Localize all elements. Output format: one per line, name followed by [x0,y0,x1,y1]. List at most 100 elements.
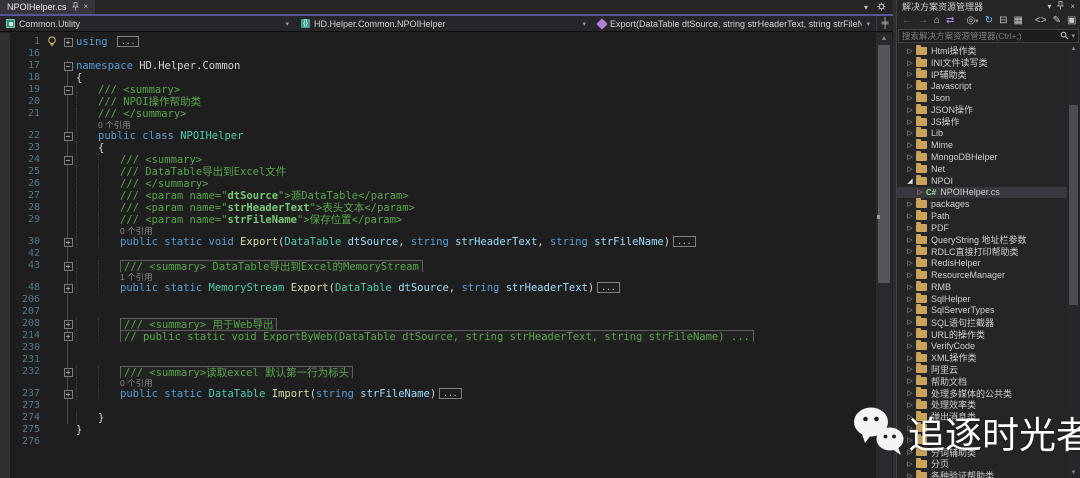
code-line[interactable]: 21/// </summary> [0,108,877,120]
search-input[interactable] [902,31,1060,41]
chevron-down-icon[interactable]: ▾ [1047,2,1051,11]
tree-collapsed-arrow-icon[interactable]: ▷ [905,377,915,385]
tree-item-folder[interactable]: ▷MongoDBHelper [897,151,1067,163]
tree-collapsed-arrow-icon[interactable]: ▷ [905,247,915,255]
tree-collapsed-arrow-icon[interactable]: ▷ [905,212,915,220]
line-content[interactable]: /// <param name="strHeaderText">表头文本</pa… [76,202,877,214]
code-line[interactable]: 206 [0,294,877,306]
tree-item-folder[interactable]: ▷Mime [897,139,1067,151]
tree-item-folder[interactable]: ▷JS操作 [897,116,1067,128]
code-line[interactable]: 231 [0,354,877,366]
tree-collapsed-arrow-icon[interactable]: ▷ [905,424,915,432]
code-line[interactable]: 214+// public static void ExportByWeb(Da… [0,330,877,342]
line-content[interactable] [76,436,877,448]
scroll-down-icon[interactable]: ▼ [1067,469,1080,478]
line-content[interactable]: /// <summary> DataTable导出到Excel的MemorySt… [76,260,877,272]
tree-item-folder[interactable]: ▷Path [897,210,1067,222]
expand-region-icon[interactable]: + [64,368,73,377]
tree-item-folder[interactable]: ▷INI文件读写类 [897,57,1067,69]
tree-collapsed-arrow-icon[interactable]: ▷ [905,295,915,303]
tree-collapsed-arrow-icon[interactable]: ▷ [905,472,915,478]
codelens-references[interactable]: 1 个引用 [120,272,153,282]
tree-item-folder[interactable]: ▷IP辅助类 [897,69,1067,81]
collapse-region-icon[interactable]: − [64,156,73,165]
line-content[interactable]: /// </summary> [76,178,877,190]
codelens-row[interactable]: 0 个引用 [0,120,877,130]
code-line[interactable]: 23{ [0,142,877,154]
code-line[interactable]: 1+using ... [0,36,877,48]
line-content[interactable]: public class NPOIHelper [76,130,877,142]
expand-region-icon[interactable]: + [64,390,73,399]
code-line[interactable]: 42 [0,248,877,260]
tree-collapsed-arrow-icon[interactable]: ▷ [915,188,925,196]
code-line[interactable]: 16 [0,48,877,60]
tree-collapsed-arrow-icon[interactable]: ▷ [905,354,915,362]
tree-collapsed-arrow-icon[interactable]: ▷ [905,153,915,161]
line-content[interactable]: // public static void ExportByWeb(DataTa… [76,330,877,342]
line-content[interactable]: } [76,412,877,424]
collapse-region-icon[interactable]: − [64,86,73,95]
line-content[interactable]: { [76,72,877,84]
outlining-margin[interactable]: + [60,260,76,272]
tree-item-folder[interactable]: ▷ [897,423,1067,435]
tree-item-folder[interactable]: ▷Net [897,163,1067,175]
tree-collapsed-arrow-icon[interactable]: ▷ [905,318,915,326]
expand-region-icon[interactable]: + [64,320,73,329]
tree-collapsed-arrow-icon[interactable]: ▷ [905,70,915,78]
expand-region-icon[interactable]: + [64,38,73,47]
tree-collapsed-arrow-icon[interactable]: ▷ [905,259,915,267]
code-editor[interactable]: 1+using ...1617−namespace HD.Helper.Comm… [0,33,893,478]
outlining-margin[interactable]: + [60,388,76,400]
tree-item-folder[interactable]: ▷处理多媒体的公共类 [897,387,1067,399]
line-content[interactable]: /// <summary> 用于Web导出 [76,318,877,330]
tree-item-folder[interactable]: ▷QueryString 地址栏参数 [897,234,1067,246]
line-content[interactable]: namespace HD.Helper.Common [76,60,877,72]
tree-collapsed-arrow-icon[interactable]: ▷ [905,460,915,468]
collapse-region-icon[interactable]: − [64,132,73,141]
tree-collapsed-arrow-icon[interactable]: ▷ [905,306,915,314]
preview-icon[interactable]: ▣ [1067,16,1076,26]
collapsed-comment-box[interactable]: /// <summary>读取excel 默认第一行为标头 [120,366,353,378]
pin-icon[interactable] [72,2,79,13]
outlining-margin[interactable]: + [60,236,76,248]
tree-item-folder[interactable]: ▷URL的操作类 [897,328,1067,340]
codelens-references[interactable]: 0 个引用 [120,226,153,236]
tree-item-folder[interactable]: ▷Javascript [897,80,1067,92]
outlining-margin[interactable]: + [60,282,76,294]
tree-collapsed-arrow-icon[interactable]: ▷ [905,236,915,244]
tree-item-folder[interactable]: ▷PDF [897,222,1067,234]
close-icon[interactable]: × [84,3,89,11]
code-line[interactable]: 19−/// <summary> [0,84,877,96]
line-content[interactable]: { [76,142,877,154]
code-line[interactable]: 24−/// <summary> [0,154,877,166]
tree-item-folder[interactable]: ▷各种验证帮助类 [897,470,1067,478]
scrollbar-thumb[interactable] [1069,105,1078,305]
codelens-references[interactable]: 0 个引用 [120,378,153,388]
close-icon[interactable]: × [1070,2,1075,11]
refresh-icon[interactable]: ↻ [985,16,993,26]
tree-item-file[interactable]: ▷C#NPOIHelper.cs [897,187,1067,199]
tree-item-folder[interactable]: ▷Lib [897,128,1067,140]
tree-collapsed-arrow-icon[interactable]: ▷ [905,129,915,137]
scope-icon[interactable]: ◎▾ [966,16,978,27]
outlining-margin[interactable]: − [60,60,76,72]
code-line[interactable]: 273 [0,400,877,412]
code-line[interactable]: 208+/// <summary> 用于Web导出 [0,318,877,330]
tree-item-folder[interactable]: ▷SqlServerTypes [897,305,1067,317]
tree-collapsed-arrow-icon[interactable]: ▷ [905,118,915,126]
line-content[interactable]: public static DataTable Import(string st… [76,388,877,400]
outlining-margin[interactable]: − [60,130,76,142]
line-content[interactable] [76,354,877,366]
tree-item-folder[interactable]: ▷SqlHelper [897,293,1067,305]
lightbulb-icon[interactable] [46,36,60,48]
tree-item-folder[interactable]: ▷RMB [897,281,1067,293]
tree-item-folder[interactable]: ▷分词辅助类 [897,446,1067,458]
tree-item-folder[interactable]: ▷XML操作类 [897,352,1067,364]
line-content[interactable]: } [76,424,877,436]
tree-collapsed-arrow-icon[interactable]: ▷ [905,271,915,279]
search-icon[interactable] [1060,31,1069,42]
expand-region-icon[interactable]: + [64,262,73,271]
tree-collapsed-arrow-icon[interactable]: ▷ [905,413,915,421]
code-line[interactable]: 230 [0,342,877,354]
code-line[interactable]: 22−public class NPOIHelper [0,130,877,142]
